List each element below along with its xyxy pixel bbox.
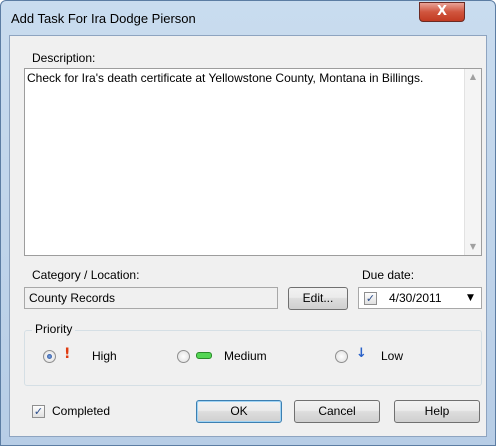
scroll-down-arrow-icon[interactable]: ▼	[465, 239, 481, 255]
category-field: County Records	[24, 287, 278, 309]
description-scrollbar[interactable]: ▲ ▼	[464, 69, 481, 255]
dash-icon	[196, 352, 212, 359]
ok-button-label: OK	[230, 404, 248, 418]
completed-label[interactable]: Completed	[52, 404, 110, 418]
priority-medium-label[interactable]: Medium	[224, 349, 267, 363]
description-text: Check for Ira's death certificate at Yel…	[27, 71, 424, 85]
exclamation-icon: !	[64, 346, 71, 362]
down-arrow-icon: ↓	[356, 346, 367, 361]
priority-low-label[interactable]: Low	[381, 349, 403, 363]
priority-low-radio[interactable]	[335, 350, 348, 363]
description-textarea[interactable]: Check for Ira's death certificate at Yel…	[24, 68, 482, 256]
ok-button[interactable]: OK	[196, 400, 282, 423]
priority-group-title: Priority	[32, 322, 76, 336]
close-button[interactable]: X	[419, 2, 465, 22]
priority-medium-radio[interactable]	[177, 350, 190, 363]
due-date-picker[interactable]: ✓ 4/30/2011 ▼	[358, 287, 482, 309]
checkmark-icon: ✓	[365, 292, 376, 305]
checkmark-icon: ✓	[33, 405, 44, 418]
edit-category-button[interactable]: Edit...	[288, 287, 348, 310]
description-label: Description:	[32, 51, 95, 65]
window-title: Add Task For Ira Dodge Pierson	[11, 11, 196, 26]
help-button-label: Help	[424, 404, 450, 418]
cancel-button[interactable]: Cancel	[294, 400, 380, 423]
due-date-checkbox[interactable]: ✓	[364, 292, 377, 305]
category-value: County Records	[29, 291, 116, 305]
completed-checkbox[interactable]: ✓	[32, 405, 45, 418]
cancel-button-label: Cancel	[318, 404, 356, 418]
edit-button-label: Edit...	[302, 291, 334, 305]
priority-high-radio[interactable]	[43, 350, 56, 363]
chevron-down-icon[interactable]: ▼	[467, 293, 474, 303]
title-bar[interactable]: Add Task For Ira Dodge Pierson X	[1, 1, 495, 35]
help-button[interactable]: Help	[394, 400, 480, 423]
scroll-up-arrow-icon[interactable]: ▲	[465, 69, 481, 85]
category-label: Category / Location:	[32, 268, 140, 282]
close-icon: X	[436, 4, 448, 19]
description-label-text: Description:	[32, 51, 96, 65]
priority-high-label[interactable]: High	[92, 349, 117, 363]
due-date-value: 4/30/2011	[389, 291, 442, 305]
due-date-label: Due date:	[362, 268, 415, 282]
